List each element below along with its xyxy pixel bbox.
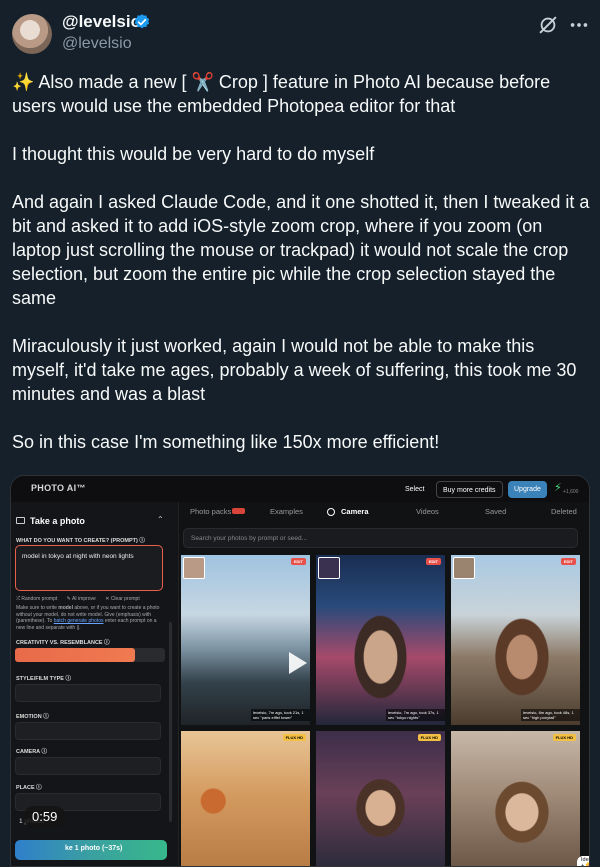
random-prompt-button[interactable]: ⤮ Random prompt — [16, 596, 57, 602]
take-photo-button[interactable]: ke 1 photo (~37s) — [15, 840, 167, 860]
tweet-header: @levelsio @levelsio — [0, 0, 600, 70]
tweet-paragraph: So in this case I'm something like 150x … — [12, 432, 440, 452]
photo-caption: levelsio, 7m ago, took 21s, 1 sec "paris… — [251, 709, 310, 721]
flux-hd-tag: FLUX HD — [417, 734, 441, 741]
photo-card[interactable]: EDIT levelsio, 7m ago, took 37s, 1 sec "… — [316, 555, 445, 725]
batch-generate-link[interactable]: batch generate photos — [54, 618, 104, 624]
source-thumbnail — [318, 557, 340, 579]
photo-icon — [16, 517, 25, 524]
more-icon[interactable] — [568, 14, 590, 36]
prompt-label: WHAT DO YOU WANT TO CREATE? (PROMPT) ⓘ — [16, 538, 145, 544]
style-select[interactable] — [15, 684, 161, 702]
emotion-label: EMOTION ⓘ — [16, 714, 49, 720]
photo-caption: levelsio, 7m ago, took 37s, 1 sec "tokyo… — [386, 709, 445, 721]
prompt-value: model in tokyo at night with neon lights — [22, 553, 134, 560]
source-thumbnail — [183, 557, 205, 579]
tweet-paragraph: I thought this would be very hard to do … — [12, 144, 375, 164]
photo-card[interactable]: EDIT levelsio, 7m ago, took 21s, 1 sec "… — [181, 555, 310, 725]
prompt-actions: ⤮ Random prompt ✎ AI improve ✕ Clear pro… — [16, 596, 148, 602]
source-thumbnail — [453, 557, 475, 579]
tab-photo-packs[interactable]: Photo packs — [190, 507, 231, 516]
creativity-label: CREATIVITY VS. RESEMBLANCE ⓘ — [16, 640, 110, 646]
photo-grid: EDIT levelsio, 7m ago, took 21s, 1 sec "… — [181, 555, 589, 866]
tab-saved[interactable]: Saved — [485, 507, 506, 516]
buy-credits-button[interactable]: Buy more credits — [436, 481, 503, 498]
upgrade-button[interactable]: Upgrade — [508, 481, 547, 498]
prompt-help-text: Make sure to write model above, or if yo… — [16, 605, 160, 631]
display-name[interactable]: @levelsio — [62, 12, 141, 32]
tweet-paragraph: ✨ Also made a new [ ✂️ Crop ] feature in… — [12, 72, 551, 116]
edit-tag: EDIT — [425, 558, 441, 565]
tab-videos[interactable]: Videos — [416, 507, 439, 516]
photo-card[interactable]: EDIT levelsio, 8m ago, took 48s, 1 sec "… — [451, 555, 580, 725]
edit-tag: EDIT — [560, 558, 576, 565]
tweet-text: ✨ Also made a new [ ✂️ Crop ] feature in… — [12, 70, 592, 454]
clear-prompt-button[interactable]: ✕ Clear prompt — [105, 596, 139, 602]
play-icon[interactable] — [281, 648, 310, 678]
creativity-slider-fill — [15, 648, 135, 662]
gallery-tabs: Photo packs Examples Camera Videos Saved… — [180, 502, 589, 522]
panel-scrollbar[interactable] — [169, 622, 172, 822]
photo-card[interactable]: FLUX HD — [451, 731, 580, 866]
search-placeholder: Search your photos by prompt or seed... — [191, 535, 307, 542]
chevron-up-icon[interactable]: ⌃ — [157, 515, 164, 524]
take-photo-label: ke 1 photo (~37s) — [65, 845, 123, 852]
tab-examples[interactable]: Examples — [270, 507, 303, 516]
ideas-button[interactable]: Ideas + 🌼 B — [577, 856, 589, 866]
photo-card[interactable]: FLUX HD — [181, 731, 310, 866]
creativity-slider[interactable] — [15, 648, 165, 662]
panel-title: Take a photo — [30, 516, 85, 526]
camera-select[interactable] — [15, 757, 161, 775]
tab-camera[interactable]: Camera — [341, 507, 369, 516]
flux-hd-tag: FLUX HD — [282, 734, 306, 741]
emotion-select[interactable] — [15, 722, 161, 740]
app-logo: PHOTO AI™ — [31, 483, 86, 493]
photo-caption: levelsio, 8m ago, took 48s, 1 sec "high … — [521, 709, 580, 721]
tab-deleted[interactable]: Deleted — [551, 507, 577, 516]
new-badge — [232, 508, 245, 514]
photo-search-input[interactable]: Search your photos by prompt or seed... — [183, 528, 578, 548]
avatar[interactable] — [12, 14, 52, 54]
grok-icon[interactable] — [537, 14, 559, 36]
style-label: STYLE/FILM TYPE ⓘ — [16, 676, 72, 682]
handle[interactable]: @levelsio — [62, 35, 132, 53]
edit-tag: EDIT — [290, 558, 306, 565]
camera-label: CAMERA ⓘ — [16, 749, 47, 755]
credits-count: +1,600 — [563, 489, 579, 495]
app-topbar: PHOTO AI™ Select Buy more credits Upgrad… — [11, 476, 589, 502]
tweet-paragraph: And again I asked Claude Code, and it on… — [12, 192, 590, 308]
lightning-icon: ⚡ — [554, 482, 562, 494]
place-label: PLACE ⓘ — [16, 785, 42, 791]
ai-improve-button[interactable]: ✎ AI improve — [67, 596, 96, 602]
tweet-media-video[interactable]: PHOTO AI™ Select Buy more credits Upgrad… — [10, 475, 590, 867]
video-timestamp: 0:59 — [23, 806, 67, 828]
photo-card[interactable]: FLUX HD — [316, 731, 445, 866]
select-button[interactable]: Select — [399, 481, 430, 498]
flux-hd-tag: FLUX HD — [552, 734, 576, 741]
verified-badge-icon — [134, 14, 150, 29]
prompt-input[interactable]: model in tokyo at night with neon lights — [15, 545, 163, 591]
camera-icon — [327, 508, 335, 516]
tweet-paragraph: Miraculously it just worked, again I wou… — [12, 336, 577, 404]
